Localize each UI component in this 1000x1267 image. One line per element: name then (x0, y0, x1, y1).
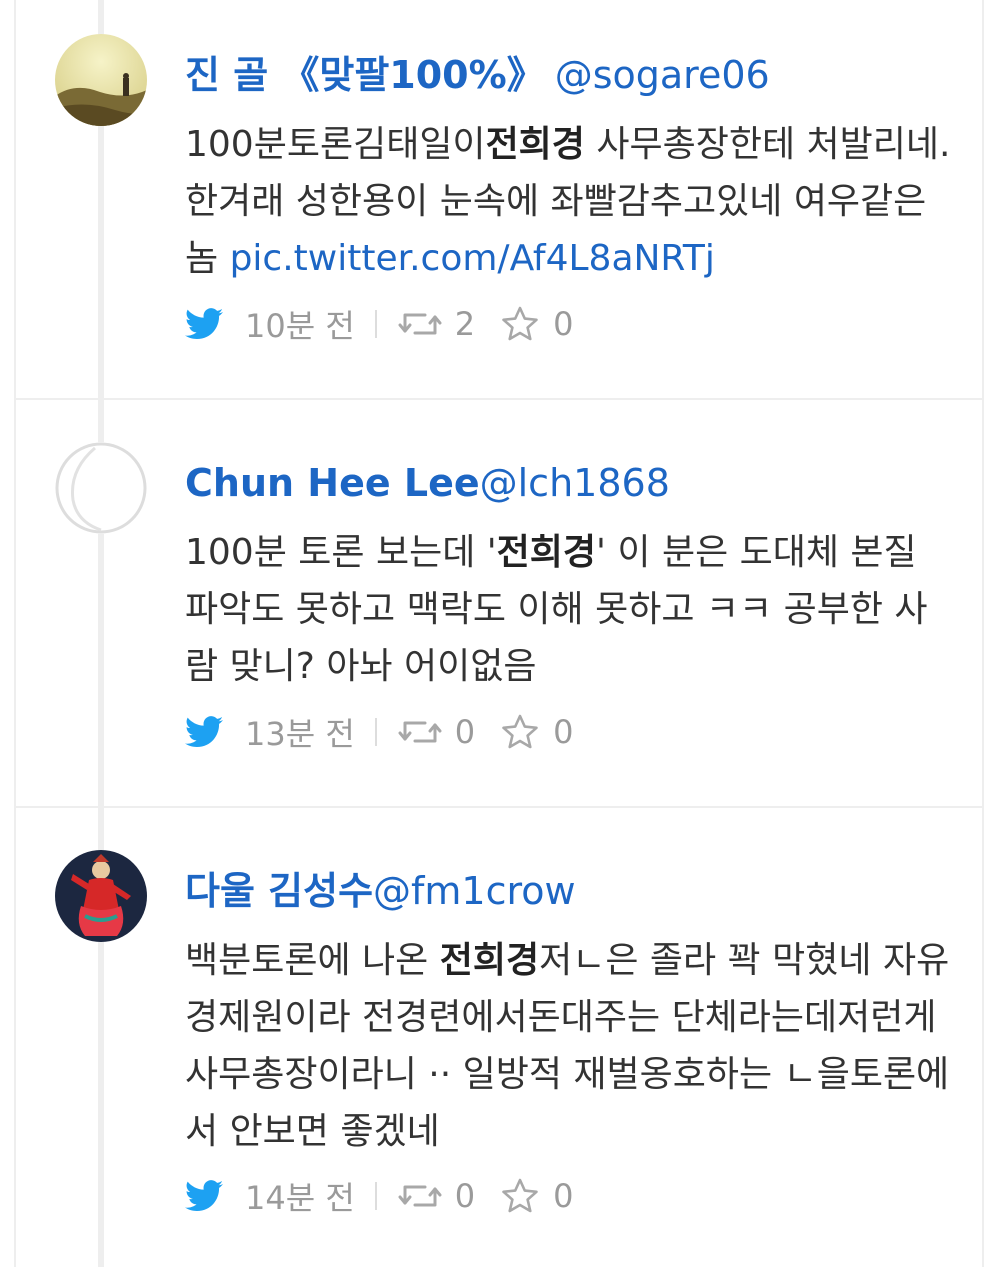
tweet-meta: 13분 전 0 0 (185, 709, 574, 755)
twitter-bird-icon (185, 1180, 223, 1212)
author-handle[interactable]: @fm1crow (373, 869, 576, 913)
tweet-author[interactable]: 다울 김성수@fm1crow (185, 868, 576, 914)
retweet-icon[interactable] (397, 715, 443, 749)
retweet-count: 2 (454, 305, 476, 343)
tweet-time[interactable]: 13분 전 (245, 709, 355, 755)
tweet-card[interactable]: 진 골 《맞팔100%》 @sogare06 100분토론김태일이전희경 사무총장… (0, 0, 1000, 400)
favorite-count: 0 (553, 1177, 574, 1215)
tweet-link[interactable]: pic.twitter.com/Af4L8aNRTj (230, 238, 715, 279)
tweet-author[interactable]: Chun Hee Lee@lch1868 (185, 460, 670, 506)
tweet-text-part: 백분토론에 나온 (185, 940, 440, 981)
avatar[interactable] (55, 850, 147, 942)
author-name[interactable]: 다울 김성수 (185, 869, 373, 913)
tweet-text: 100분토론김태일이전희경 사무총장한테 처발리네.한겨래 성한용이 눈속에 좌… (185, 116, 955, 287)
retweet-count: 0 (454, 1177, 476, 1215)
tweet-time[interactable]: 14분 전 (245, 1173, 355, 1219)
tweet-text-part: 100분 토론 보는데 ' (185, 532, 497, 573)
author-name[interactable]: 진 골 《맞팔100%》 (185, 53, 545, 97)
tweet-author[interactable]: 진 골 《맞팔100%》 @sogare06 (185, 52, 770, 98)
author-handle[interactable]: @sogare06 (555, 53, 770, 97)
favorite-count: 0 (553, 713, 574, 751)
tweet-meta: 14분 전 0 0 (185, 1173, 574, 1219)
tweet-text: 100분 토론 보는데 '전희경' 이 분은 도대체 본질 파악도 못하고 맥락… (185, 524, 955, 695)
highlighted-keyword: 전희경 (496, 532, 597, 573)
avatar[interactable] (55, 442, 147, 534)
retweet-icon[interactable] (397, 307, 443, 341)
retweet-icon[interactable] (397, 1179, 443, 1213)
tweet-time[interactable]: 10분 전 (245, 301, 355, 347)
twitter-bird-icon (185, 716, 223, 748)
favorite-count: 0 (553, 305, 574, 343)
tweet-text: 백분토론에 나온 전희경저ㄴ은 졸라 꽉 막혔네 자유경제원이라 전경련에서돈대… (185, 932, 955, 1160)
tweet-card[interactable]: Chun Hee Lee@lch1868 100분 토론 보는데 '전희경' 이… (0, 400, 1000, 808)
tweet-text-part: 100분토론김태일이 (185, 124, 486, 165)
meta-divider (374, 718, 377, 746)
tweet-card[interactable]: 다울 김성수@fm1crow 백분토론에 나온 전희경저ㄴ은 졸라 꽉 막혔네 … (0, 808, 1000, 1267)
avatar[interactable] (55, 34, 147, 126)
author-name[interactable]: Chun Hee Lee (185, 461, 480, 505)
highlighted-keyword: 전희경 (485, 124, 585, 165)
meta-divider (374, 1182, 377, 1210)
star-icon[interactable] (501, 714, 539, 750)
twitter-bird-icon (185, 308, 223, 340)
meta-divider (374, 310, 377, 338)
author-handle[interactable]: @lch1868 (480, 461, 670, 505)
star-icon[interactable] (501, 306, 539, 342)
highlighted-keyword: 전희경 (439, 940, 540, 981)
retweet-count: 0 (454, 713, 476, 751)
tweet-meta: 10분 전 2 0 (185, 301, 574, 347)
star-icon[interactable] (501, 1178, 539, 1214)
